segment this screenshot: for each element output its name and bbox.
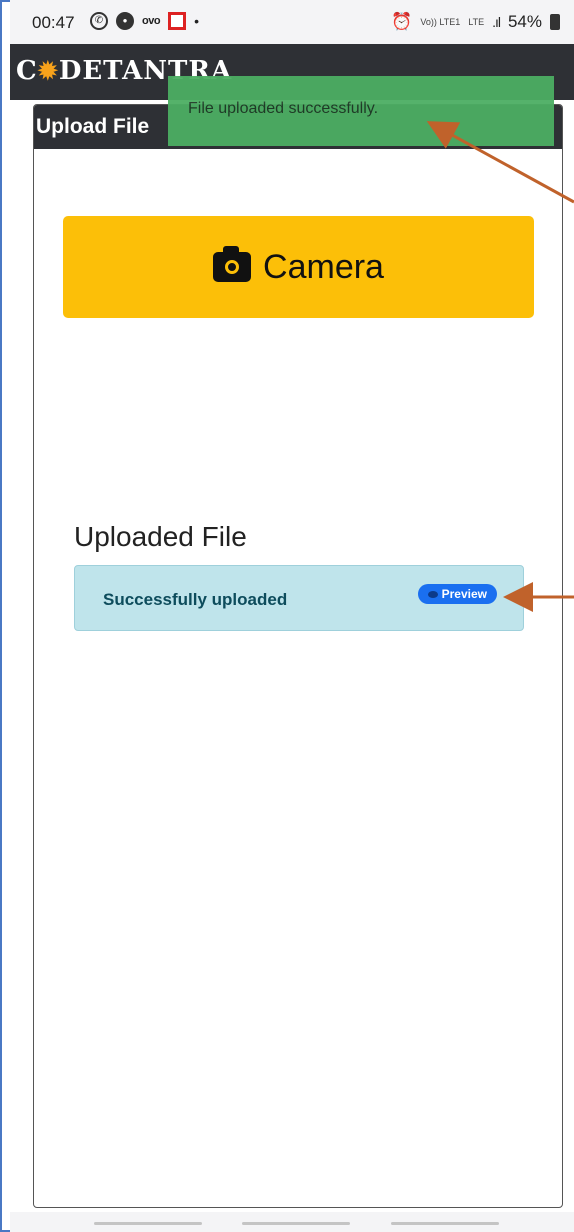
volte-indicator: Vo)) LTE1 <box>420 16 461 27</box>
camera-label: Camera <box>263 247 384 286</box>
recents-nav-button[interactable] <box>94 1222 202 1225</box>
status-time: 00:47 <box>32 13 75 32</box>
logo-text-start: C <box>16 56 38 86</box>
system-icons: ⏰ Vo)) LTE1 LTE .ıl 54% <box>391 12 560 32</box>
uploaded-file-heading: Uploaded File <box>74 521 247 552</box>
upload-file-card: Upload File Camera Uploaded File Success… <box>33 104 563 1208</box>
camera-button[interactable]: Camera <box>63 216 534 318</box>
signal-icon: .ıl <box>492 14 501 30</box>
sun-logo-icon: ✹ <box>37 56 59 85</box>
jio-icon: ● <box>116 12 134 30</box>
notification-icons: ✆ ● ovo • <box>90 12 199 30</box>
eye-icon <box>427 590 438 598</box>
preview-label: Preview <box>441 587 487 601</box>
back-nav-button[interactable] <box>391 1222 499 1225</box>
uploaded-file-row: Successfully uploaded Preview <box>74 565 524 631</box>
lte-indicator: LTE <box>468 16 485 27</box>
system-nav-bar <box>10 1212 574 1232</box>
camera-icon <box>213 246 252 282</box>
whatsapp-icon: ✆ <box>90 12 108 30</box>
alarm-icon: ⏰ <box>391 12 413 31</box>
success-toast: File uploaded successfully. <box>168 76 554 146</box>
app-notification-icon <box>168 12 187 30</box>
more-notifications-dot: • <box>194 13 199 29</box>
preview-button[interactable]: Preview <box>417 584 497 604</box>
battery-percent: 54% <box>507 12 542 31</box>
ovo-icon: ovo <box>142 15 161 27</box>
battery-icon <box>550 14 560 30</box>
toast-message: File uploaded successfully. <box>188 100 379 117</box>
status-bar: 00:47 ✆ ● ovo • ⏰ Vo)) LTE1 LTE .ıl 54% <box>10 0 574 44</box>
home-nav-button[interactable] <box>242 1222 350 1225</box>
upload-status-text: Successfully uploaded <box>103 590 288 609</box>
